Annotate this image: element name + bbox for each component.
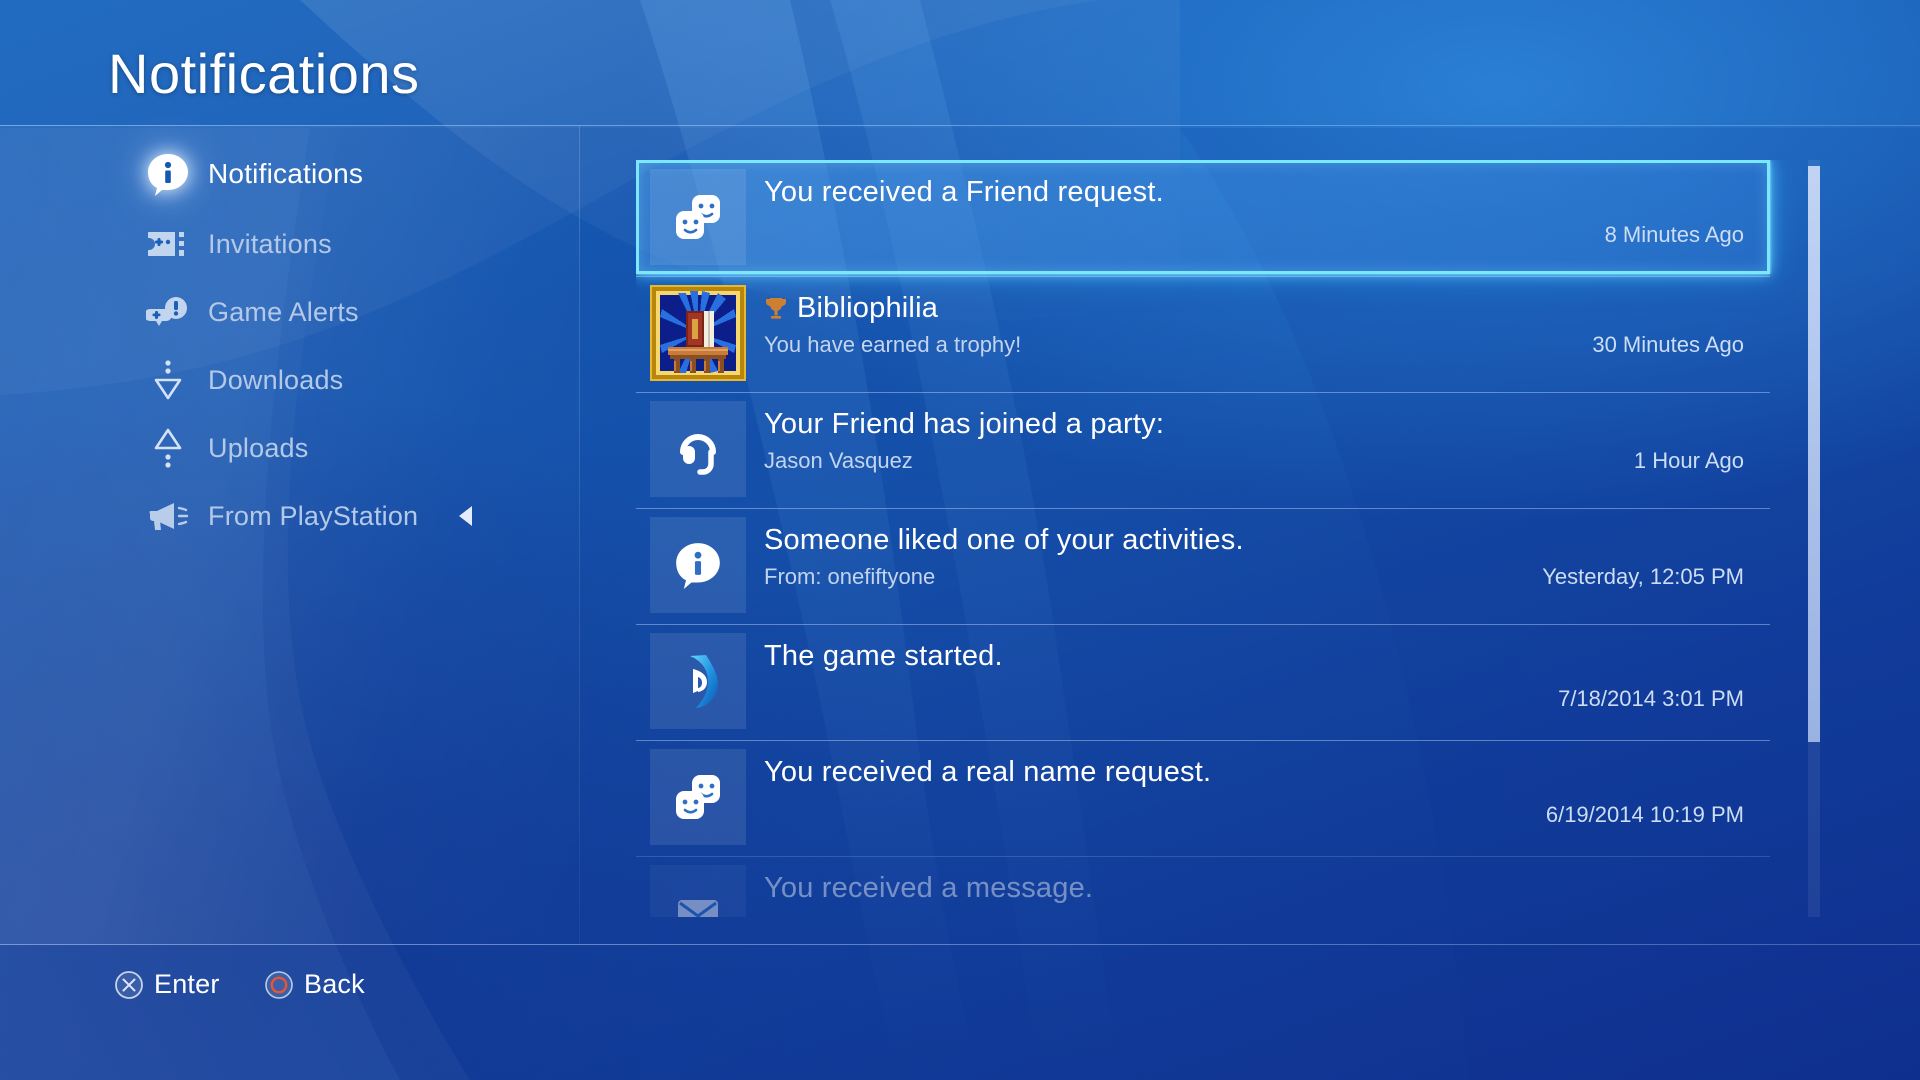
sidebar-item-game-alerts[interactable]: Game Alerts (0, 278, 580, 346)
download-arrow-icon (140, 359, 196, 401)
hint-label: Back (304, 969, 365, 999)
notification-title: Someone liked one of your activities. (764, 524, 1244, 556)
row-content: The game started. 7/18/2014 3:01 PM (764, 624, 1770, 738)
scrollbar-thumb[interactable] (1808, 166, 1820, 742)
footer-hint-bar: Enter Back (0, 945, 1920, 1080)
trophy-thumbnail (650, 285, 746, 381)
notification-list: You received a Friend request. 8 Minutes… (636, 160, 1820, 917)
info-bubble-icon (140, 152, 196, 196)
ticket-controller-icon (140, 228, 196, 260)
notification-time: 6/19/2014 10:19 PM (1545, 802, 1744, 827)
page-title: Notifications (108, 42, 420, 105)
sidebar-item-label: From PlayStation (208, 500, 419, 531)
table-row[interactable]: The game started. 7/18/2014 3:01 PM (636, 624, 1770, 738)
notification-subtitle: From: onefiftyone (764, 564, 936, 589)
hint-label: Enter (154, 969, 220, 999)
row-content: Someone liked one of your activities. Fr… (764, 508, 1770, 622)
sidebar: Notifications Invitations Game Alerts Do… (0, 126, 580, 944)
sidebar-item-label: Game Alerts (208, 296, 359, 327)
trophy-name: Bibliophilia (797, 292, 939, 324)
circle-button-icon (265, 970, 293, 999)
headset-icon (650, 401, 746, 497)
hint-back: Back (264, 969, 365, 1000)
notification-time: 1 Hour Ago (1633, 448, 1744, 473)
table-row[interactable]: You received a message. (636, 856, 1770, 917)
hint-enter: Enter (114, 969, 220, 1000)
notification-time: Yesterday, 12:05 PM (1542, 564, 1744, 589)
upload-arrow-icon (140, 427, 196, 469)
row-content: You received a message. (764, 856, 1770, 917)
sidebar-item-label: Invitations (208, 228, 332, 259)
friends-faces-icon (650, 169, 746, 265)
table-row[interactable]: Someone liked one of your activities. Fr… (636, 508, 1770, 622)
sidebar-item-from-playstation[interactable]: From PlayStation (0, 482, 580, 550)
info-bubble-icon (650, 517, 746, 613)
row-content: Your Friend has joined a party: Jason Va… (764, 392, 1770, 506)
row-content: Bibliophilia You have earned a trophy! 3… (764, 276, 1770, 390)
notification-subtitle: You have earned a trophy! (764, 332, 1022, 357)
friends-faces-icon (650, 749, 746, 845)
sidebar-item-label: Uploads (208, 432, 309, 463)
notification-title: You received a message. (764, 872, 1094, 904)
sidebar-item-downloads[interactable]: Downloads (0, 346, 580, 414)
table-row[interactable]: Bibliophilia You have earned a trophy! 3… (636, 276, 1770, 390)
notification-subtitle: Jason Vasquez (764, 448, 913, 473)
notification-title: The game started. (764, 640, 1003, 672)
notification-title: You received a Friend request. (764, 176, 1164, 208)
megaphone-icon (140, 500, 196, 532)
row-content: You received a real name request. 6/19/2… (764, 740, 1770, 854)
sidebar-item-label: Notifications (208, 158, 364, 189)
row-content: You received a Friend request. 8 Minutes… (764, 160, 1770, 274)
trophy-icon (766, 297, 786, 319)
table-row[interactable]: You received a real name request. 6/19/2… (636, 740, 1770, 854)
sidebar-item-notifications[interactable]: Notifications (0, 140, 580, 208)
controller-alert-icon (140, 295, 196, 329)
cross-button-icon (115, 970, 143, 999)
notification-time: 8 Minutes Ago (1604, 222, 1744, 247)
notification-time: 30 Minutes Ago (1592, 332, 1744, 357)
notification-list-viewport: You received a Friend request. 8 Minutes… (636, 160, 1820, 917)
table-row[interactable]: Your Friend has joined a party: Jason Va… (636, 392, 1770, 506)
sidebar-item-label: Downloads (208, 364, 344, 395)
notification-title: Your Friend has joined a party: (764, 408, 1165, 440)
notification-title: You received a real name request. (764, 756, 1212, 788)
table-row[interactable]: You received a Friend request. 8 Minutes… (636, 160, 1770, 274)
header: Notifications (0, 0, 1920, 126)
chevron-left-icon (459, 506, 472, 526)
playstation-logo-icon (650, 633, 746, 729)
notification-time: 7/18/2014 3:01 PM (1558, 686, 1744, 711)
sidebar-item-invitations[interactable]: Invitations (0, 210, 580, 278)
notification-title: Bibliophilia (764, 292, 938, 325)
message-icon (650, 865, 746, 917)
scrollbar[interactable] (1808, 160, 1820, 917)
sidebar-item-uploads[interactable]: Uploads (0, 414, 580, 482)
list-item-selected[interactable]: You received a Friend request. 8 Minutes… (636, 160, 1770, 274)
